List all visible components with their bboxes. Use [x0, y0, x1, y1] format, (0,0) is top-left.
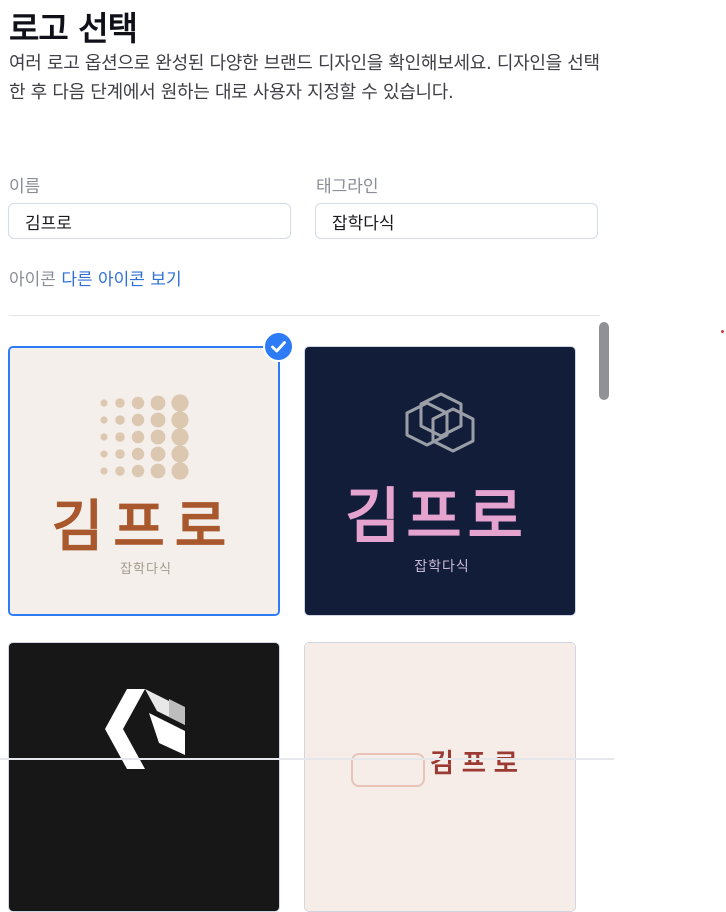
scrollbar-thumb[interactable] [599, 322, 609, 400]
logo-tagline: 잡학다식 [120, 562, 172, 577]
icon-label: 아이콘 [9, 270, 56, 290]
logo-preview-1: 김프로 잡학다식 [10, 348, 278, 614]
logo-preview-3 [9, 643, 279, 911]
selected-check-icon [263, 331, 294, 362]
name-input[interactable] [8, 203, 291, 239]
logo-card-3[interactable] [8, 642, 280, 912]
tagline-input[interactable] [315, 203, 598, 239]
logo-card-1[interactable]: 김프로 잡학다식 [8, 346, 280, 616]
page-title: 로고 선택 [9, 9, 138, 48]
more-icons-link[interactable]: 다른 아이콘 보기 [61, 270, 181, 290]
icon-row: 아이콘 다른 아이콘 보기 [9, 265, 182, 290]
tagline-label: 태그라인 [316, 177, 379, 197]
logo-brand-name: 김프로 [52, 495, 237, 560]
logo-preview-2: 김프로 잡학다식 [305, 347, 575, 615]
logo-brand-name: 김프로 [430, 749, 526, 779]
name-label: 이름 [9, 177, 41, 197]
page-subtitle: 여러 로고 옵션으로 완성된 다양한 브랜드 디자인을 확인해보세요. 디자인을… [9, 53, 600, 103]
logo-card-4[interactable]: 김프로 [304, 642, 576, 912]
logo-brand-name: 김프로 [345, 482, 529, 552]
logo-tagline: 잡학다식 [414, 559, 470, 575]
edge-dot [721, 330, 724, 333]
logo-preview-4: 김프로 [305, 643, 575, 911]
divider [9, 315, 600, 316]
logo-card-2[interactable]: 김프로 잡학다식 [304, 346, 576, 616]
